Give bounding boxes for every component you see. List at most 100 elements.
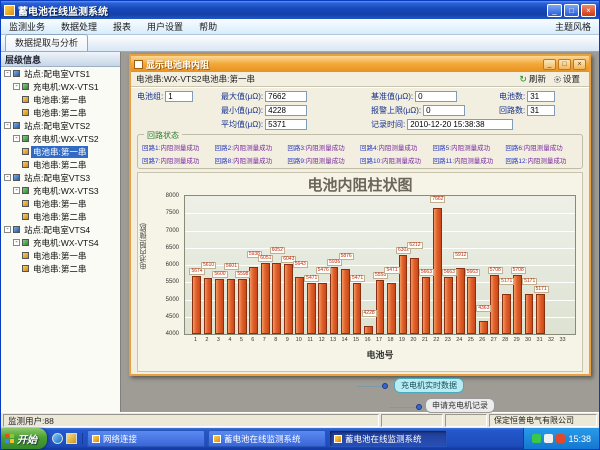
dialog-minimize-button[interactable]: _ xyxy=(543,59,556,70)
gridline xyxy=(185,231,575,232)
tree-node-label: 电池串:第二串 xyxy=(31,159,88,171)
bar-value-label: 5600 xyxy=(212,271,227,278)
tree-node[interactable]: 电池串:第二串 xyxy=(1,158,120,171)
tree-node[interactable]: -充电机:WX-VTS1 xyxy=(1,80,120,93)
x-axis-tick-label: 30 xyxy=(523,337,533,343)
tree-collapse-toggle[interactable]: - xyxy=(13,135,20,142)
tray-status-icon[interactable] xyxy=(544,434,553,443)
field-label: 最大值(μΩ): xyxy=(221,91,263,102)
system-tray: 15:38 xyxy=(523,428,599,449)
avg-value-field[interactable]: 5371 xyxy=(265,119,307,130)
bar xyxy=(433,208,442,334)
bar-value-label: 7662 xyxy=(430,196,445,203)
tree-node[interactable]: -站点:配电室VTS4 xyxy=(1,223,120,236)
loop-count-field[interactable]: 31 xyxy=(527,105,555,116)
field-min-value: 最小值(μΩ): 4228 xyxy=(221,105,371,116)
bar xyxy=(456,268,465,334)
loop-status-item: 回路9:内阻测量成功 xyxy=(287,155,360,165)
tree-node[interactable]: 电池串:第二串 xyxy=(1,210,120,223)
tree-node[interactable]: 电池串:第一串 xyxy=(1,249,120,262)
base-value-field[interactable]: 0 xyxy=(415,91,457,102)
bar xyxy=(295,277,304,334)
dialog-maximize-button[interactable]: □ xyxy=(558,59,571,70)
taskbar-button-2[interactable]: 蓄电池在线监测系统 xyxy=(208,430,326,447)
bar xyxy=(399,255,408,334)
menu-item-2[interactable]: 数据处理 xyxy=(53,20,105,33)
bar xyxy=(422,277,431,334)
show-desktop-icon[interactable] xyxy=(66,433,77,444)
loop-status: 内阻测量成功 xyxy=(233,145,272,152)
loop-status: 内阻测量成功 xyxy=(160,158,199,165)
settings-button[interactable]: 设置 xyxy=(550,73,584,85)
tree-node[interactable]: -站点:配电室VTS3 xyxy=(1,171,120,184)
tree-node[interactable]: 电池串:第二串 xyxy=(1,262,120,275)
bar xyxy=(307,283,316,334)
max-value-field[interactable]: 7662 xyxy=(265,91,307,102)
tree-collapse-toggle[interactable]: - xyxy=(13,239,20,246)
x-axis-tick-label: 2 xyxy=(202,337,212,343)
field-battery-count: 电池数: 31 xyxy=(499,91,583,102)
callout-charger-record[interactable]: 申请充电机记录 xyxy=(425,398,495,413)
tray-status-icon[interactable] xyxy=(532,434,541,443)
loop-status-item: 回路7:内阻测量成功 xyxy=(142,155,215,165)
tree-collapse-toggle[interactable]: - xyxy=(13,83,20,90)
tree-collapse-toggle[interactable]: - xyxy=(4,70,11,77)
callout-dot xyxy=(416,404,422,410)
status-bar: 监测用户:88 保定恒普电气有限公司 xyxy=(1,412,599,428)
tray-status-icon[interactable] xyxy=(556,434,565,443)
start-button[interactable]: 开始 xyxy=(1,428,47,449)
taskbar-button-3[interactable]: 蓄电池在线监测系统 xyxy=(329,430,447,447)
tree-collapse-toggle[interactable]: - xyxy=(13,187,20,194)
site-icon xyxy=(13,226,20,233)
y-axis-tick-label: 6000 xyxy=(166,262,179,268)
x-axis-tick-label: 31 xyxy=(535,337,545,343)
charger-icon xyxy=(22,239,29,246)
minimize-button[interactable]: _ xyxy=(547,4,562,17)
tree-node[interactable]: -充电机:WX-VTS4 xyxy=(1,236,120,249)
record-time-field[interactable]: 2010-12-20 15:38:38 xyxy=(407,119,513,130)
tree-node[interactable]: -充电机:WX-VTS3 xyxy=(1,184,120,197)
battery-string-icon xyxy=(22,200,29,207)
menu-item-3[interactable]: 报表 xyxy=(105,20,139,33)
tree-node[interactable]: 电池串:第一串 xyxy=(1,93,120,106)
menu-item-1[interactable]: 监测业务 xyxy=(1,20,53,33)
battery-string-icon xyxy=(22,252,29,259)
tree-node[interactable]: 电池串:第二串 xyxy=(1,106,120,119)
menu-item-5[interactable]: 帮助 xyxy=(191,20,225,33)
title-bar[interactable]: 蓄电池在线监测系统 _ □ × xyxy=(1,1,599,19)
battery-group-field[interactable]: 1 xyxy=(165,91,193,102)
dialog-close-button[interactable]: × xyxy=(573,59,586,70)
menu-theme-style[interactable]: 主题风格 xyxy=(547,20,599,33)
tree-collapse-toggle[interactable]: - xyxy=(4,226,11,233)
menu-item-4[interactable]: 用户设置 xyxy=(139,20,191,33)
x-axis-tick-label: 16 xyxy=(363,337,373,343)
loop-status: 内阻测量成功 xyxy=(378,145,417,152)
tab-data-analysis[interactable]: 数据提取与分析 xyxy=(5,34,88,51)
dialog-title-bar[interactable]: 显示电池串内阻 _ □ × xyxy=(131,56,589,72)
chart-title: 电池内阻柱状图 xyxy=(138,174,582,195)
x-axis-tick-label: 11 xyxy=(305,337,315,343)
tree-node[interactable]: 电池串:第一串 xyxy=(1,197,120,210)
tree-node[interactable]: -充电机:WX-VTS2 xyxy=(1,132,120,145)
field-max-value: 最大值(μΩ): 7662 xyxy=(221,91,371,102)
bar xyxy=(444,277,453,334)
x-axis-tick-label: 17 xyxy=(374,337,384,343)
tree-node[interactable]: -站点:配电室VTS2 xyxy=(1,119,120,132)
tree-node[interactable]: -站点:配电室VTS1 xyxy=(1,67,120,80)
maximize-button[interactable]: □ xyxy=(564,4,579,17)
tree-collapse-toggle[interactable]: - xyxy=(4,174,11,181)
refresh-button[interactable]: ↻ 刷新 xyxy=(515,73,550,85)
menu-items: 监测业务数据处理报表用户设置帮助 xyxy=(1,20,225,33)
browser-icon[interactable] xyxy=(52,433,63,444)
alarm-limit-field[interactable]: 0 xyxy=(423,105,465,116)
close-button[interactable]: × xyxy=(581,4,596,17)
x-axis-tick-label: 21 xyxy=(420,337,430,343)
min-value-field[interactable]: 4228 xyxy=(265,105,307,116)
battery-count-field[interactable]: 31 xyxy=(527,91,555,102)
tree-node[interactable]: 电池串:第一串 xyxy=(1,145,120,158)
taskbar-button-1[interactable]: 网络连接 xyxy=(87,430,205,447)
bar-value-label: 5601 xyxy=(224,263,239,270)
callout-charger-realtime[interactable]: 充电机实时数据 xyxy=(394,378,464,393)
tree-collapse-toggle[interactable]: - xyxy=(4,122,11,129)
y-axis-tick-label: 7500 xyxy=(166,210,179,216)
